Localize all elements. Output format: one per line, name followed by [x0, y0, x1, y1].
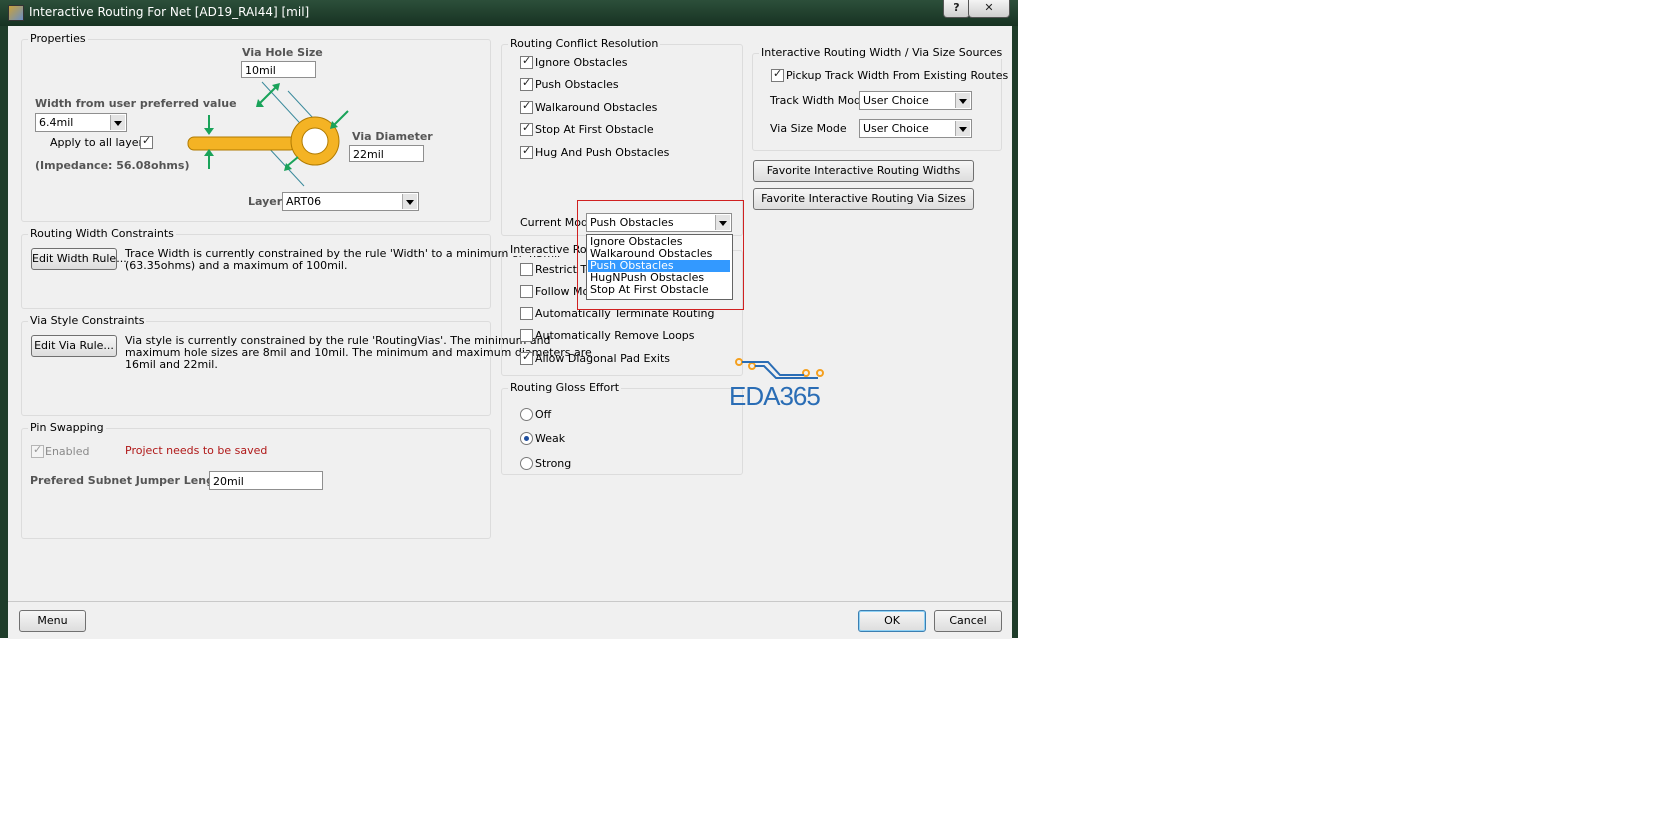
title-bar[interactable]: Interactive Routing For Net [AD19_RAI44]… — [0, 0, 1018, 26]
chevron-down-icon[interactable] — [110, 115, 125, 130]
routing-width-description: Trace Width is currently constrained by … — [125, 248, 560, 272]
app-icon — [8, 5, 24, 21]
track-width-mode-value: User Choice — [863, 94, 929, 107]
current-mode-dropdown-list: Ignore Obstacles Walkaround Obstacles Pu… — [586, 234, 733, 300]
ok-button[interactable]: OK — [858, 610, 926, 632]
properties-title: Properties — [28, 32, 88, 45]
menu-button[interactable]: Menu — [19, 610, 86, 632]
diameter-arrow-icon — [333, 110, 349, 126]
pickup-track-width-label: Pickup Track Width From Existing Routes — [786, 69, 1009, 82]
logo-node-shape — [816, 369, 824, 377]
walkaround-obstacles-label: Walkaround Obstacles — [535, 101, 658, 114]
trace-shape — [187, 136, 297, 151]
auto-terminate-checkbox[interactable] — [520, 307, 533, 320]
via-diagram — [187, 81, 349, 187]
gloss-strong-radio[interactable] — [520, 457, 533, 470]
chevron-down-icon[interactable] — [402, 194, 417, 209]
diagonal-pad-exits-label: Allow Diagonal Pad Exits — [535, 352, 671, 365]
arrow-head-icon — [204, 128, 214, 135]
via-diameter-label: Via Diameter — [352, 130, 433, 143]
follow-mouse-checkbox[interactable] — [520, 285, 533, 298]
dialog-footer: Menu OK Cancel — [8, 601, 1012, 639]
eda365-logo-graphic — [735, 358, 824, 379]
gloss-weak-label: Weak — [535, 432, 566, 445]
stop-first-obstacle-checkbox[interactable] — [520, 121, 533, 136]
via-size-mode-value: User Choice — [863, 122, 929, 135]
via-hole-size-label: Via Hole Size — [242, 46, 323, 59]
conflict-title: Routing Conflict Resolution — [508, 37, 661, 50]
dropdown-option[interactable]: Stop At First Obstacle — [588, 284, 730, 296]
restrict-to-checkbox[interactable] — [520, 263, 533, 276]
layer-combo[interactable]: ART06 — [282, 192, 419, 211]
pin-swapping-title: Pin Swapping — [28, 421, 106, 434]
walkaround-obstacles-checkbox[interactable] — [520, 99, 533, 114]
impedance-text: (Impedance: 56.08ohms) — [35, 159, 190, 172]
diagonal-pad-exits-checkbox[interactable] — [520, 350, 533, 365]
enabled-checkbox[interactable] — [31, 443, 44, 458]
push-obstacles-label: Push Obstacles — [535, 78, 619, 91]
routing-width-line: (63.35ohms) and a maximum of 100mil. — [125, 259, 348, 272]
ignore-obstacles-checkbox[interactable] — [520, 54, 533, 69]
jumper-length-input[interactable]: 20mil — [209, 471, 323, 490]
favorite-vias-button[interactable]: Favorite Interactive Routing Via Sizes — [753, 188, 974, 210]
stop-first-obstacle-label: Stop At First Obstacle — [535, 123, 654, 136]
width-value: 6.4mil — [39, 116, 74, 129]
logo-node-shape — [735, 358, 743, 366]
track-width-mode-combo[interactable]: User Choice — [859, 91, 972, 110]
save-warning: Project needs to be saved — [125, 444, 268, 457]
auto-remove-loops-label: Automatically Remove Loops — [535, 329, 695, 342]
apply-all-layers-label: Apply to all layers — [50, 136, 149, 149]
edit-via-rule-button[interactable]: Edit Via Rule... — [31, 335, 117, 357]
via-hole-size-input[interactable]: 10mil — [241, 61, 316, 78]
jumper-length-label: Prefered Subnet Jumper Length — [30, 474, 228, 487]
chevron-down-icon[interactable] — [955, 121, 970, 136]
gloss-weak-radio[interactable] — [520, 432, 533, 445]
enabled-label: Enabled — [45, 445, 90, 458]
via-diameter-input[interactable]: 22mil — [349, 145, 424, 162]
auto-remove-loops-checkbox[interactable] — [520, 329, 533, 342]
logo-node-shape — [748, 362, 756, 370]
window-title: Interactive Routing For Net [AD19_RAI44]… — [29, 5, 310, 19]
dialog-client: Properties Via Hole Size 10mil Width fro… — [8, 26, 1012, 601]
gloss-off-radio[interactable] — [520, 408, 533, 421]
width-combo[interactable]: 6.4mil — [35, 113, 127, 132]
gloss-title: Routing Gloss Effort — [508, 381, 622, 394]
via-size-mode-combo[interactable]: User Choice — [859, 119, 972, 138]
gloss-strong-label: Strong — [535, 457, 572, 470]
routing-width-title: Routing Width Constraints — [28, 227, 176, 240]
gloss-off-label: Off — [535, 408, 552, 421]
layer-value: ART06 — [286, 195, 322, 208]
apply-all-layers-checkbox[interactable] — [140, 134, 153, 149]
via-style-title: Via Style Constraints — [28, 314, 147, 327]
hug-push-obstacles-label: Hug And Push Obstacles — [535, 146, 670, 159]
close-button[interactable]: ✕ — [968, 0, 1010, 18]
sources-title: Interactive Routing Width / Via Size Sou… — [759, 46, 1005, 59]
chevron-down-icon[interactable] — [955, 93, 970, 108]
dialog-window: Interactive Routing For Net [AD19_RAI44]… — [0, 0, 1018, 639]
favorite-widths-button[interactable]: Favorite Interactive Routing Widths — [753, 160, 974, 182]
layer-label: Layer — [248, 195, 283, 208]
ignore-obstacles-label: Ignore Obstacles — [535, 56, 628, 69]
hug-push-obstacles-checkbox[interactable] — [520, 144, 533, 159]
pickup-track-width-checkbox[interactable] — [771, 67, 784, 82]
track-width-mode-label: Track Width Mode — [770, 94, 868, 107]
cancel-button[interactable]: Cancel — [934, 610, 1002, 632]
edit-width-rule-button[interactable]: Edit Width Rule... — [31, 248, 127, 270]
eda365-watermark: EDA365 — [729, 381, 821, 411]
push-obstacles-checkbox[interactable] — [520, 76, 533, 91]
via-hole-shape — [301, 127, 329, 155]
via-size-mode-label: Via Size Mode — [770, 122, 847, 135]
help-button[interactable]: ? — [943, 0, 970, 18]
